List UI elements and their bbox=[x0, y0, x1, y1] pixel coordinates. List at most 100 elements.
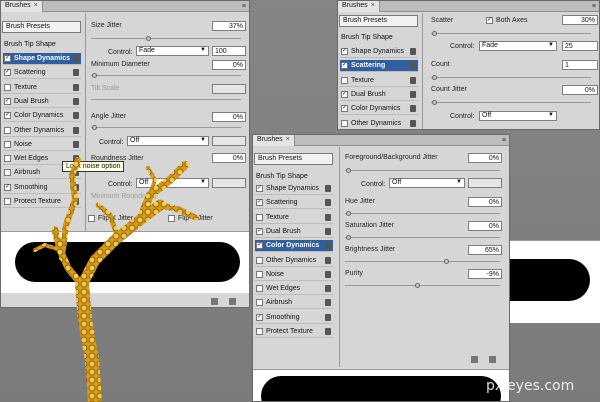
brushes-tab[interactable]: Brushes × bbox=[253, 135, 295, 146]
setting-checkbox[interactable]: ✓ bbox=[256, 313, 263, 321]
scatter-slider[interactable] bbox=[431, 31, 591, 36]
slider-knob[interactable] bbox=[444, 259, 449, 264]
count-jitter-slider[interactable] bbox=[431, 100, 591, 105]
brushes-tab[interactable]: Brushes × bbox=[338, 1, 380, 12]
angle-jitter-slider[interactable] bbox=[91, 125, 241, 130]
setting-checkbox[interactable] bbox=[341, 76, 348, 84]
brush-setting-item[interactable]: ✓ Scattering bbox=[340, 60, 418, 73]
lock-icon[interactable] bbox=[410, 76, 416, 84]
panel-menu-icon[interactable]: ≡ bbox=[242, 3, 246, 10]
lock-icon[interactable] bbox=[325, 299, 331, 307]
brush-setting-item[interactable]: Other Dynamics bbox=[255, 255, 333, 267]
panel-menu-icon[interactable]: ≡ bbox=[502, 137, 506, 144]
brush-setting-item[interactable]: ✓ Smoothing bbox=[255, 312, 333, 324]
brush-setting-item[interactable]: ✓ Dual Brush bbox=[255, 226, 333, 238]
setting-checkbox[interactable] bbox=[4, 126, 11, 134]
lock-icon[interactable] bbox=[325, 227, 331, 235]
lock-icon[interactable] bbox=[73, 198, 79, 205]
lock-icon[interactable] bbox=[73, 140, 79, 148]
setting-checkbox[interactable]: ✓ bbox=[4, 69, 11, 77]
setting-checkbox[interactable]: ✓ bbox=[256, 227, 263, 235]
lock-icon[interactable] bbox=[410, 119, 416, 127]
lock-icon[interactable] bbox=[73, 97, 79, 105]
brush-setting-item[interactable]: ✓ Dual Brush bbox=[340, 89, 418, 101]
setting-checkbox[interactable] bbox=[256, 256, 263, 264]
hue-jitter-slider[interactable] bbox=[345, 211, 500, 216]
setting-checkbox[interactable] bbox=[256, 213, 263, 221]
lock-icon[interactable] bbox=[325, 270, 331, 278]
control2-dropdown[interactable]: Off ▼ bbox=[127, 136, 209, 146]
lock-icon[interactable] bbox=[410, 105, 416, 113]
lock-icon[interactable] bbox=[410, 90, 416, 98]
size-jitter-field[interactable]: 37% bbox=[212, 21, 246, 31]
slider-knob[interactable] bbox=[346, 235, 351, 240]
lock-icon[interactable] bbox=[73, 55, 79, 62]
count-field[interactable]: 1 bbox=[562, 60, 598, 70]
brush-setting-item[interactable]: Other Dynamics bbox=[340, 118, 418, 129]
setting-checkbox[interactable]: ✓ bbox=[341, 48, 348, 55]
brush-tip-shape-item[interactable]: Brush Tip Shape bbox=[4, 41, 56, 48]
setting-checkbox[interactable] bbox=[341, 119, 348, 127]
roundness-jitter-field[interactable]: 0% bbox=[212, 153, 246, 163]
flip-x-checkbox[interactable] bbox=[88, 215, 95, 222]
hue-jitter-field[interactable]: 0% bbox=[468, 197, 502, 207]
control-dropdown[interactable]: Fade ▼ bbox=[136, 46, 209, 56]
lock-icon[interactable] bbox=[325, 185, 331, 192]
setting-checkbox[interactable]: ✓ bbox=[256, 199, 263, 207]
brush-setting-item[interactable]: ✓ Color Dynamics bbox=[255, 240, 333, 253]
brush-setting-item[interactable]: Wet Edges bbox=[255, 283, 333, 296]
lock-icon[interactable] bbox=[325, 213, 331, 221]
count-slider[interactable] bbox=[431, 75, 591, 80]
slider-knob[interactable] bbox=[432, 75, 437, 80]
lock-icon[interactable] bbox=[73, 183, 79, 191]
size-jitter-slider[interactable] bbox=[91, 36, 241, 41]
control-dropdown[interactable]: Fade ▼ bbox=[479, 41, 557, 51]
lock-icon[interactable] bbox=[410, 62, 416, 70]
setting-checkbox[interactable]: ✓ bbox=[341, 105, 348, 113]
setting-checkbox[interactable] bbox=[4, 83, 11, 91]
flip-y-checkbox[interactable] bbox=[168, 215, 175, 222]
angle-jitter-field[interactable]: 0% bbox=[212, 112, 246, 122]
brush-setting-item[interactable]: ✓ Scattering bbox=[3, 67, 81, 80]
lock-icon[interactable] bbox=[325, 199, 331, 207]
setting-checkbox[interactable] bbox=[4, 198, 11, 205]
control3-dropdown[interactable]: Off ▼ bbox=[136, 178, 209, 188]
fade-steps-field[interactable]: 25 bbox=[562, 41, 598, 51]
lock-icon[interactable] bbox=[325, 256, 331, 264]
brush-setting-item[interactable]: ✓ Scattering bbox=[255, 197, 333, 210]
saturation-jitter-field[interactable]: 0% bbox=[468, 221, 502, 231]
scatter-field[interactable]: 30% bbox=[562, 15, 598, 25]
setting-checkbox[interactable] bbox=[4, 169, 11, 177]
brush-setting-item[interactable]: ✓ Shape Dynamics bbox=[3, 53, 81, 65]
panel-menu-icon[interactable]: ≡ bbox=[592, 3, 596, 10]
brush-setting-item[interactable]: ✓ Shape Dynamics bbox=[340, 46, 418, 58]
purity-slider[interactable] bbox=[345, 283, 500, 288]
count-jitter-field[interactable]: 0% bbox=[562, 85, 598, 95]
brush-setting-item[interactable]: ✓ Color Dynamics bbox=[340, 103, 418, 116]
brush-presets-button[interactable]: Brush Presets bbox=[339, 15, 418, 27]
fade-steps-field[interactable]: 100 bbox=[212, 46, 246, 56]
setting-checkbox[interactable]: ✓ bbox=[4, 55, 11, 62]
close-icon[interactable]: × bbox=[371, 2, 375, 9]
minimum-diameter-slider[interactable] bbox=[91, 73, 241, 78]
setting-checkbox[interactable] bbox=[256, 270, 263, 278]
setting-checkbox[interactable]: ✓ bbox=[4, 183, 11, 191]
lock-icon[interactable] bbox=[73, 83, 79, 91]
brush-setting-item[interactable]: ✓ Dual Brush bbox=[3, 96, 81, 108]
lock-icon[interactable] bbox=[325, 242, 331, 250]
lock-icon[interactable] bbox=[325, 313, 331, 321]
slider-knob[interactable] bbox=[415, 283, 420, 288]
control-dropdown[interactable]: Off ▼ bbox=[389, 178, 465, 188]
setting-checkbox[interactable]: ✓ bbox=[341, 90, 348, 98]
lock-icon[interactable] bbox=[325, 285, 331, 293]
lock-icon[interactable] bbox=[73, 126, 79, 134]
brightness-jitter-slider[interactable] bbox=[345, 259, 500, 264]
brush-setting-item[interactable]: ✓ Color Dynamics bbox=[3, 110, 81, 123]
slider-knob[interactable] bbox=[346, 168, 351, 173]
minimum-diameter-field[interactable]: 0% bbox=[212, 60, 246, 70]
fg-bg-jitter-field[interactable]: 0% bbox=[468, 153, 502, 163]
slider-knob[interactable] bbox=[92, 125, 97, 130]
brush-presets-button[interactable]: Brush Presets bbox=[254, 153, 333, 165]
trash-icon[interactable] bbox=[229, 298, 236, 305]
purity-field[interactable]: -9% bbox=[468, 269, 502, 279]
